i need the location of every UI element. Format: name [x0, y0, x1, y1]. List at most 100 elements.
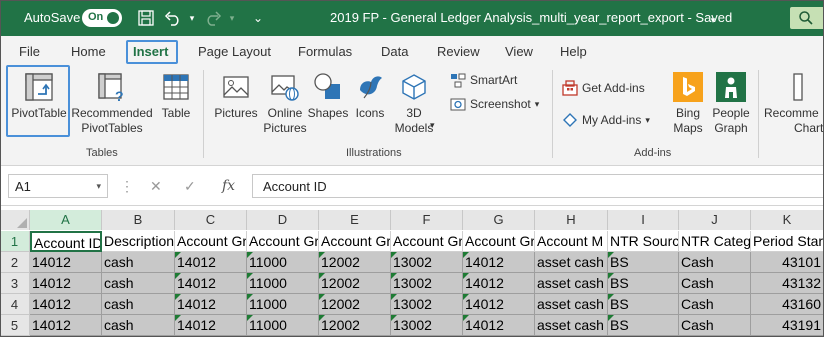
header-cell[interactable]: Account M	[535, 231, 608, 252]
row-header-1[interactable]: 1	[0, 231, 30, 252]
tab-data[interactable]: Data	[381, 44, 408, 59]
row-header-5[interactable]: 5	[0, 315, 30, 336]
tab-page-layout[interactable]: Page Layout	[198, 44, 271, 59]
column-header-a[interactable]: A	[30, 210, 102, 230]
header-cell[interactable]: Period Star	[751, 231, 824, 252]
customize-toolbar-icon[interactable]: ⌄	[250, 8, 266, 28]
undo-dropdown-icon[interactable]: ▾	[186, 8, 198, 28]
table-cell[interactable]: 14012	[30, 315, 102, 336]
table-cell[interactable]: 43132	[751, 273, 824, 294]
table-cell[interactable]: 14012	[30, 273, 102, 294]
table-cell[interactable]: 14012	[463, 294, 535, 315]
header-cell[interactable]: Account Gr	[463, 231, 535, 252]
column-header-d[interactable]: D	[247, 210, 319, 230]
header-cell[interactable]: NTR Categ	[679, 231, 751, 252]
tab-file[interactable]: File	[19, 44, 40, 59]
table-cell[interactable]: BS	[608, 294, 679, 315]
row-header-4[interactable]: 4	[0, 294, 30, 315]
table-cell[interactable]: Cash	[679, 294, 751, 315]
table-cell[interactable]: 12002	[319, 315, 391, 336]
autosave-toggle[interactable]: On	[82, 9, 122, 27]
title-dropdown-icon[interactable]: ▾	[708, 10, 718, 30]
document-title[interactable]: 2019 FP - General Ledger Analysis_multi_…	[330, 10, 732, 25]
3d-models-dropdown-icon[interactable]: ▾	[430, 120, 435, 131]
online-pictures-button[interactable]: Online Pictures	[262, 72, 308, 136]
table-cell[interactable]: 11000	[247, 273, 319, 294]
table-cell[interactable]: cash	[102, 273, 175, 294]
name-box-dropdown-icon[interactable]: ▾	[96, 181, 101, 192]
search-button[interactable]	[790, 7, 824, 29]
screenshot-dropdown-icon[interactable]: ▾	[535, 99, 540, 110]
my-addins-dropdown-icon[interactable]: ▾	[645, 115, 650, 126]
insert-function-icon[interactable]: fx	[222, 174, 235, 198]
select-all-button[interactable]	[0, 210, 30, 230]
formula-bar-grip-icon[interactable]: ⋮	[120, 174, 134, 198]
row-header-3[interactable]: 3	[0, 273, 30, 294]
table-cell[interactable]: 14012	[175, 273, 247, 294]
row-header-2[interactable]: 2	[0, 252, 30, 273]
name-box[interactable]: A1 ▾	[8, 174, 108, 198]
redo-dropdown-icon[interactable]: ▾	[226, 8, 238, 28]
tab-view[interactable]: View	[505, 44, 533, 59]
table-cell[interactable]: Cash	[679, 273, 751, 294]
column-header-e[interactable]: E	[319, 210, 391, 230]
table-cell[interactable]: 11000	[247, 294, 319, 315]
table-cell[interactable]: 11000	[247, 315, 319, 336]
recommended-pivottables-button[interactable]: ? Recommended PivotTables	[71, 72, 153, 136]
table-cell[interactable]: 14012	[30, 252, 102, 273]
pictures-button[interactable]: Pictures	[212, 72, 260, 121]
table-button[interactable]: Table	[156, 72, 196, 121]
header-cell[interactable]: Account Gr	[247, 231, 319, 252]
screenshot-button[interactable]: Screenshot ▾	[450, 96, 539, 112]
header-cell[interactable]: Description	[102, 231, 175, 252]
column-header-h[interactable]: H	[535, 210, 608, 230]
tab-formulas[interactable]: Formulas	[298, 44, 352, 59]
column-header-b[interactable]: B	[102, 210, 175, 230]
smartart-button[interactable]: SmartArt	[450, 72, 517, 88]
bing-maps-button[interactable]: Bing Maps	[670, 72, 706, 136]
table-cell[interactable]: 12002	[319, 294, 391, 315]
table-cell[interactable]: 14012	[175, 252, 247, 273]
icons-button[interactable]: Icons	[351, 72, 389, 121]
header-cell[interactable]: Account ID	[30, 231, 102, 252]
people-graph-button[interactable]: People Graph	[710, 72, 752, 136]
formula-input[interactable]: Account ID	[252, 174, 824, 198]
table-cell[interactable]: 43101	[751, 252, 824, 273]
table-cell[interactable]: 43160	[751, 294, 824, 315]
table-cell[interactable]: 14012	[175, 315, 247, 336]
table-cell[interactable]: 13002	[391, 294, 463, 315]
shapes-button[interactable]: Shapes	[306, 72, 350, 121]
tab-review[interactable]: Review	[437, 44, 480, 59]
table-cell[interactable]: Cash	[679, 315, 751, 336]
column-header-i[interactable]: I	[608, 210, 679, 230]
table-cell[interactable]: 12002	[319, 273, 391, 294]
table-cell[interactable]: 11000	[247, 252, 319, 273]
table-cell[interactable]: cash	[102, 315, 175, 336]
table-cell[interactable]: 13002	[391, 315, 463, 336]
column-header-j[interactable]: J	[679, 210, 751, 230]
table-cell[interactable]: BS	[608, 252, 679, 273]
table-cell[interactable]: asset cash	[535, 294, 608, 315]
table-cell[interactable]: 14012	[175, 294, 247, 315]
table-cell[interactable]: 14012	[30, 294, 102, 315]
header-cell[interactable]: Account Gr	[319, 231, 391, 252]
header-cell[interactable]: Account Gr	[175, 231, 247, 252]
my-addins-button[interactable]: My Add-ins ▾	[562, 112, 650, 128]
table-cell[interactable]: 14012	[463, 315, 535, 336]
table-cell[interactable]: 13002	[391, 273, 463, 294]
table-cell[interactable]: 13002	[391, 252, 463, 273]
table-cell[interactable]: asset cash	[535, 252, 608, 273]
table-cell[interactable]: asset cash	[535, 273, 608, 294]
column-header-k[interactable]: K	[751, 210, 824, 230]
table-cell[interactable]: 14012	[463, 273, 535, 294]
table-cell[interactable]: 12002	[319, 252, 391, 273]
table-cell[interactable]: asset cash	[535, 315, 608, 336]
cancel-icon[interactable]: ✕	[150, 174, 162, 198]
column-header-c[interactable]: C	[175, 210, 247, 230]
table-cell[interactable]: Cash	[679, 252, 751, 273]
get-addins-button[interactable]: Get Add-ins	[562, 80, 645, 96]
column-header-f[interactable]: F	[391, 210, 463, 230]
table-cell[interactable]: 14012	[463, 252, 535, 273]
save-icon[interactable]	[136, 8, 156, 28]
enter-icon[interactable]: ✓	[184, 174, 196, 198]
